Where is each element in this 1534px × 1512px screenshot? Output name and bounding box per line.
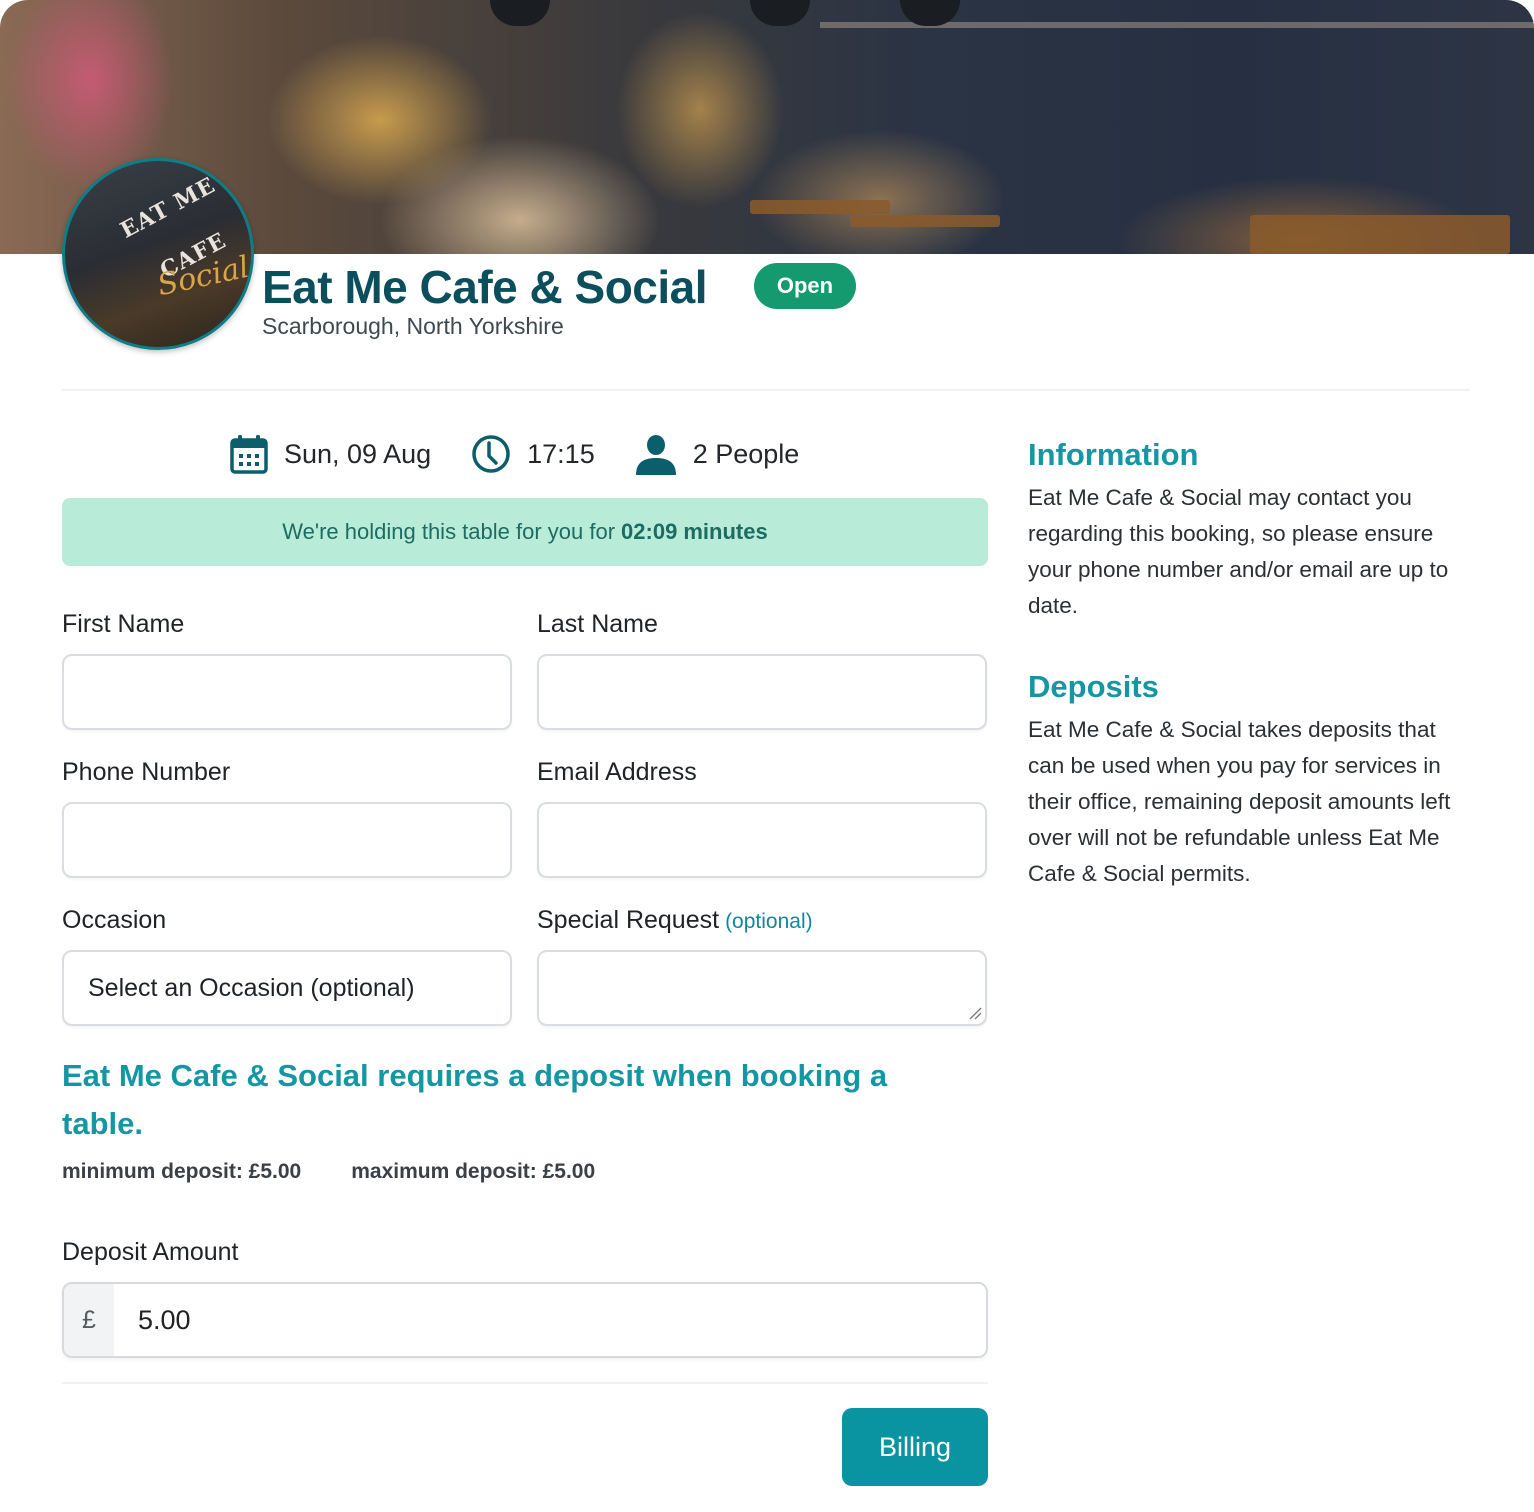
calendar-icon bbox=[230, 434, 268, 474]
last-name-input[interactable] bbox=[537, 654, 987, 730]
information-text: Eat Me Cafe & Social may contact you reg… bbox=[1028, 485, 1449, 618]
last-name-label: Last Name bbox=[537, 610, 658, 638]
email-label: Email Address bbox=[537, 758, 697, 786]
deposit-amount-input[interactable] bbox=[114, 1284, 986, 1356]
special-request-textarea[interactable] bbox=[537, 950, 987, 1026]
deposit-amount-group: £ bbox=[62, 1282, 988, 1358]
venue-location: Scarborough, North Yorkshire bbox=[262, 313, 564, 339]
email-input[interactable] bbox=[537, 802, 987, 878]
booking-party-text: 2 People bbox=[692, 438, 800, 469]
booking-date: Sun, 09 Aug bbox=[230, 434, 431, 474]
booking-time-text: 17:15 bbox=[527, 438, 595, 469]
person-icon bbox=[635, 433, 677, 475]
hold-prefix: We're holding this table for you for bbox=[282, 519, 616, 544]
booking-page: EAT ME CAFE Social Eat Me Cafe & Social … bbox=[0, 0, 1534, 1512]
maximum-deposit: maximum deposit: £5.00 bbox=[351, 1160, 596, 1183]
first-name-label: First Name bbox=[62, 610, 185, 638]
deposits-heading: Deposits bbox=[1028, 669, 1159, 704]
deposit-notice: Eat Me Cafe & Social requires a deposit … bbox=[62, 1058, 888, 1141]
special-request-label: Special Request (optional) bbox=[537, 906, 813, 935]
optional-tag: (optional) bbox=[725, 910, 813, 933]
first-name-input[interactable] bbox=[62, 654, 512, 730]
hold-suffix: minutes bbox=[683, 519, 768, 544]
minimum-deposit: minimum deposit: £5.00 bbox=[62, 1160, 302, 1183]
banner-table bbox=[1250, 215, 1510, 254]
banner-lamp bbox=[490, 0, 550, 26]
clock-icon bbox=[471, 434, 511, 474]
hold-timer-banner: We're holding this table for you for 02:… bbox=[62, 498, 988, 566]
header-divider bbox=[62, 389, 1470, 391]
venue-name: Eat Me Cafe & Social bbox=[262, 261, 708, 313]
booking-time: 17:15 bbox=[471, 434, 595, 474]
phone-input[interactable] bbox=[62, 802, 512, 878]
occasion-label: Occasion bbox=[62, 906, 167, 934]
banner-lamp bbox=[750, 0, 810, 26]
special-request-label-text: Special Request bbox=[537, 906, 720, 934]
resize-handle-icon[interactable] bbox=[966, 1004, 982, 1020]
deposit-limits: minimum deposit: £5.00 maximum deposit: … bbox=[62, 1160, 595, 1184]
information-heading: Information bbox=[1028, 437, 1199, 472]
booking-party: 2 People bbox=[635, 433, 800, 475]
banner-table bbox=[850, 215, 1000, 227]
deposits-text: Eat Me Cafe & Social takes deposits that… bbox=[1028, 717, 1451, 886]
status-badge: Open bbox=[754, 263, 856, 309]
booking-summary: Sun, 09 Aug 17:15 2 People bbox=[230, 432, 839, 476]
occasion-selected-value: Select an Occasion (optional) bbox=[88, 973, 415, 1002]
hold-countdown: 02:09 bbox=[621, 519, 678, 544]
booking-date-text: Sun, 09 Aug bbox=[284, 438, 432, 469]
currency-prefix: £ bbox=[64, 1284, 114, 1356]
billing-button[interactable]: Billing bbox=[842, 1408, 988, 1486]
footer-divider bbox=[62, 1382, 988, 1384]
phone-label: Phone Number bbox=[62, 758, 231, 786]
venue-logo: EAT ME CAFE Social bbox=[62, 158, 254, 350]
banner-table bbox=[750, 200, 890, 214]
deposit-amount-label: Deposit Amount bbox=[62, 1238, 239, 1266]
occasion-select[interactable]: Select an Occasion (optional) bbox=[62, 950, 512, 1026]
